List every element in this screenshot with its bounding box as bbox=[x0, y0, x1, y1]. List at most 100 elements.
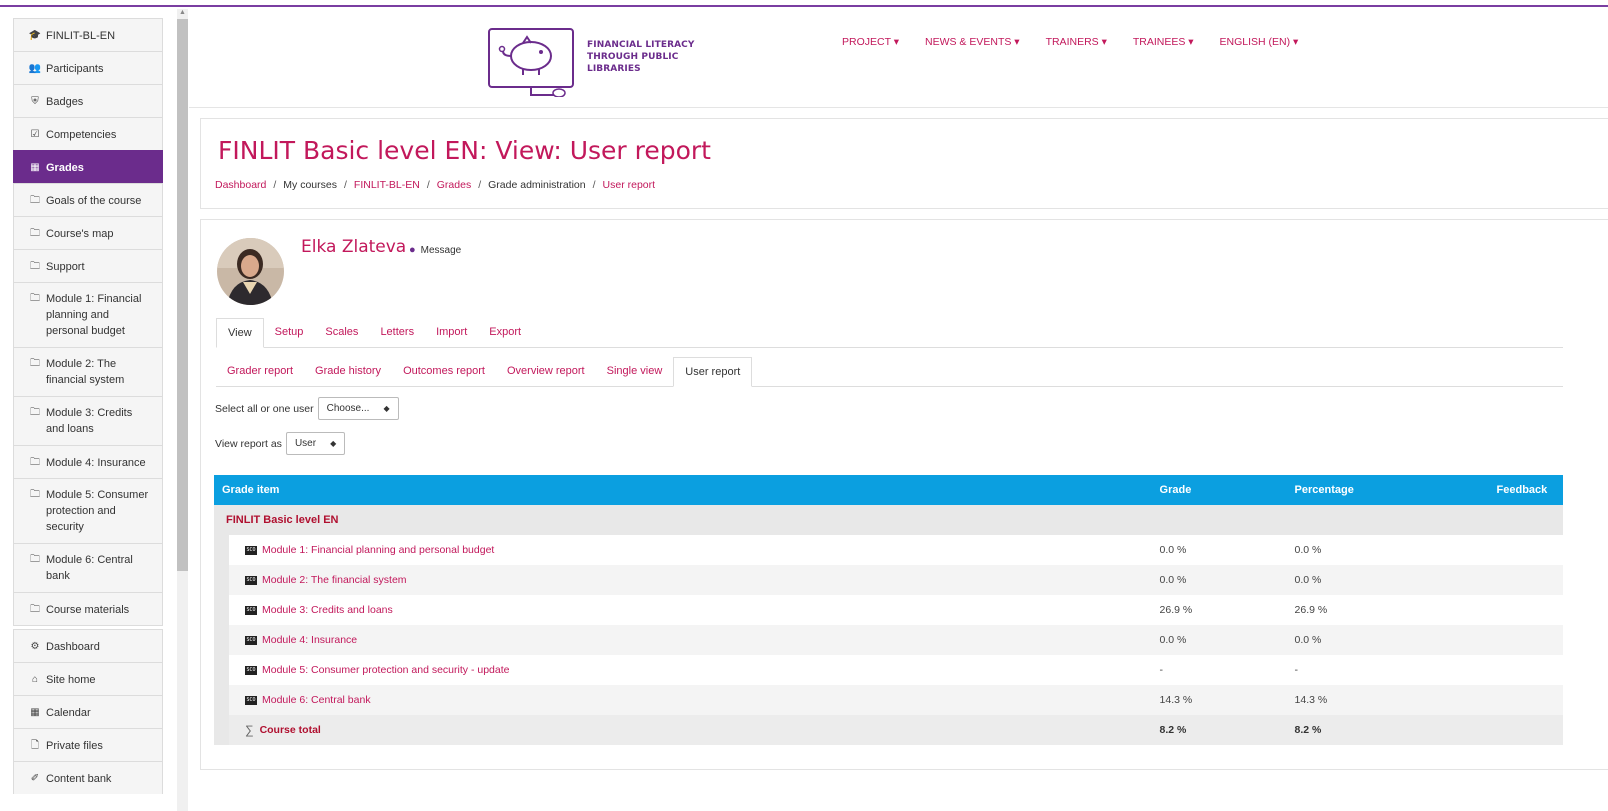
site-header: FINANCIAL LITERACY THROUGH PUBLIC LIBRAR… bbox=[189, 8, 1608, 108]
tab-outcomes-report[interactable]: Outcomes report bbox=[392, 357, 496, 387]
scroll-up-icon[interactable]: ▲ bbox=[179, 9, 186, 16]
grade-value: - bbox=[1151, 655, 1287, 685]
table-row: SCO Module 1: Financial planning and pers… bbox=[214, 535, 1563, 565]
tab-overview-report[interactable]: Overview report bbox=[496, 357, 596, 387]
course-nav-drawer: 🎓 FINLIT-BL-EN 👥 Participants ⛨ Badges ☑ Com… bbox=[13, 18, 163, 811]
sidebar-item-label: Module 5: Consumer protection and securi… bbox=[46, 489, 149, 533]
grade-item-name: Module 5: Consumer protection and securi… bbox=[262, 664, 510, 676]
tab-grade-history[interactable]: Grade history bbox=[304, 357, 392, 387]
grade-item-link[interactable]: SCO Module 5: Consumer protection and sec… bbox=[229, 664, 1152, 676]
tab-view[interactable]: View bbox=[216, 318, 264, 348]
sidebar-item-course[interactable]: 🎓 FINLIT-BL-EN bbox=[13, 18, 163, 51]
breadcrumb-separator: / bbox=[273, 179, 277, 191]
home-icon: ⌂ bbox=[31, 674, 39, 685]
sidebar-item-badges[interactable]: ⛨ Badges bbox=[13, 84, 163, 117]
row-rail bbox=[214, 535, 229, 565]
sidebar-item-grades[interactable]: ▦ Grades bbox=[13, 150, 163, 183]
breadcrumb-separator: / bbox=[343, 179, 347, 191]
sidebar-item-module-4[interactable]: 🗀 Module 4: Insurance bbox=[13, 445, 163, 478]
sidebar-item-module-1[interactable]: 🗀 Module 1: Financial planning and person… bbox=[13, 282, 163, 347]
nav-trainees[interactable]: TRAINEES ▾ bbox=[1133, 36, 1194, 48]
scorm-icon: SCO bbox=[245, 575, 257, 585]
logo-line: THROUGH PUBLIC bbox=[587, 52, 679, 62]
tab-grader-report[interactable]: Grader report bbox=[216, 357, 304, 387]
sidebar-item-content-bank[interactable]: ✐ Content bank bbox=[13, 761, 163, 794]
sidebar-scrollbar[interactable]: ▲ bbox=[177, 9, 188, 811]
avatar[interactable] bbox=[217, 238, 284, 305]
row-rail bbox=[214, 625, 229, 655]
feedback-value bbox=[1488, 565, 1563, 595]
tab-setup[interactable]: Setup bbox=[264, 318, 315, 348]
grade-item-link[interactable]: SCO Module 2: The financial system bbox=[229, 574, 1152, 586]
tab-letters[interactable]: Letters bbox=[369, 318, 425, 348]
scorm-icon: SCO bbox=[245, 635, 257, 645]
grade-item-link[interactable]: SCO Module 4: Insurance bbox=[229, 634, 1152, 646]
grade-item-link[interactable]: SCO Module 6: Central bank bbox=[229, 694, 1152, 706]
piggy-bank-logo-icon[interactable] bbox=[487, 27, 577, 97]
sidebar-item-goals[interactable]: 🗀 Goals of the course bbox=[13, 183, 163, 216]
folder-icon: 🗀 bbox=[30, 261, 40, 272]
sidebar-item-site-home[interactable]: ⌂ Site home bbox=[13, 662, 163, 695]
nav-trainers[interactable]: TRAINERS ▾ bbox=[1046, 36, 1107, 48]
tab-export[interactable]: Export bbox=[478, 318, 532, 348]
sidebar-item-calendar[interactable]: ▦ Calendar bbox=[13, 695, 163, 728]
table-row: SCO Module 3: Credits and loans 26.9 % 26… bbox=[214, 595, 1563, 625]
comment-icon: ● bbox=[409, 244, 416, 256]
view-as-row: View report as User ◆ bbox=[215, 432, 346, 455]
sidebar-item-support[interactable]: 🗀 Support bbox=[13, 249, 163, 282]
tab-scales[interactable]: Scales bbox=[314, 318, 369, 348]
calendar-icon: ▦ bbox=[30, 707, 40, 718]
sidebar-item-course-map[interactable]: 🗀 Course's map bbox=[13, 216, 163, 249]
breadcrumb-course[interactable]: FINLIT-BL-EN bbox=[354, 179, 420, 191]
sidebar-item-competencies[interactable]: ☑ Competencies bbox=[13, 117, 163, 150]
grade-value: 0.0 % bbox=[1151, 535, 1287, 565]
nav-language[interactable]: ENGLISH (EN) ▾ bbox=[1220, 36, 1299, 48]
sidebar-item-participants[interactable]: 👥 Participants bbox=[13, 51, 163, 84]
tab-import[interactable]: Import bbox=[425, 318, 478, 348]
view-as-dropdown[interactable]: User ◆ bbox=[285, 432, 346, 455]
percentage-value: 0.0 % bbox=[1286, 535, 1489, 565]
scorm-icon: SCO bbox=[245, 545, 257, 555]
folder-icon: 🗀 bbox=[30, 604, 40, 615]
sidebar-item-dashboard[interactable]: ⚙ Dashboard bbox=[13, 629, 163, 662]
breadcrumb-user-report[interactable]: User report bbox=[603, 179, 656, 191]
sidebar-item-label: Module 3: Credits and loans bbox=[46, 407, 133, 435]
row-rail bbox=[214, 655, 229, 685]
sidebar-item-label: Course materials bbox=[46, 604, 130, 616]
nav-news-events[interactable]: NEWS & EVENTS ▾ bbox=[925, 36, 1020, 48]
grade-item-name: Module 1: Financial planning and persona… bbox=[262, 544, 495, 556]
col-percentage: Percentage bbox=[1286, 475, 1489, 505]
grade-item-link[interactable]: SCO Module 3: Credits and loans bbox=[229, 604, 1152, 616]
col-feedback: Feedback bbox=[1488, 475, 1563, 505]
sidebar-item-private-files[interactable]: 🗋 Private files bbox=[13, 728, 163, 761]
select-user-dropdown[interactable]: Choose... ◆ bbox=[317, 397, 399, 420]
sidebar-item-module-5[interactable]: 🗀 Module 5: Consumer protection and secur… bbox=[13, 478, 163, 543]
breadcrumb-dashboard[interactable]: Dashboard bbox=[215, 179, 266, 191]
select-user-row: Select all or one user Choose... ◆ bbox=[215, 397, 399, 420]
scrollbar-thumb[interactable] bbox=[177, 19, 188, 571]
breadcrumb-grades[interactable]: Grades bbox=[437, 179, 471, 191]
folder-icon: 🗀 bbox=[30, 554, 40, 565]
nav-project[interactable]: PROJECT ▾ bbox=[842, 36, 899, 48]
tab-user-report[interactable]: User report bbox=[673, 357, 753, 387]
sidebar-item-label: Content bank bbox=[46, 773, 112, 785]
sidebar-item-module-2[interactable]: 🗀 Module 2: The financial system bbox=[13, 347, 163, 396]
user-name[interactable]: Elka Zlateva bbox=[301, 237, 406, 257]
dashboard-icon: ⚙ bbox=[30, 641, 40, 652]
folder-icon: 🗀 bbox=[30, 228, 40, 239]
sidebar-item-course-materials[interactable]: 🗀 Course materials bbox=[13, 592, 163, 626]
graduation-cap-icon: 🎓 bbox=[28, 30, 42, 41]
message-link[interactable]: ● Message bbox=[409, 244, 461, 256]
tab-single-view[interactable]: Single view bbox=[596, 357, 674, 387]
row-rail bbox=[214, 595, 229, 625]
col-grade-item: Grade item bbox=[214, 475, 1152, 505]
sidebar-item-module-6[interactable]: 🗀 Module 6: Central bank bbox=[13, 543, 163, 592]
course-total-row: ∑ Course total 8.2 % 8.2 % bbox=[214, 715, 1563, 745]
sidebar-item-label: Competencies bbox=[46, 129, 117, 141]
grade-item-link[interactable]: SCO Module 1: Financial planning and pers… bbox=[229, 544, 1152, 556]
table-icon: ▦ bbox=[30, 162, 40, 173]
breadcrumb-my-courses: My courses bbox=[283, 179, 337, 191]
folder-icon: 🗀 bbox=[30, 457, 40, 468]
folder-icon: 🗀 bbox=[30, 489, 40, 500]
sidebar-item-module-3[interactable]: 🗀 Module 3: Credits and loans bbox=[13, 396, 163, 445]
